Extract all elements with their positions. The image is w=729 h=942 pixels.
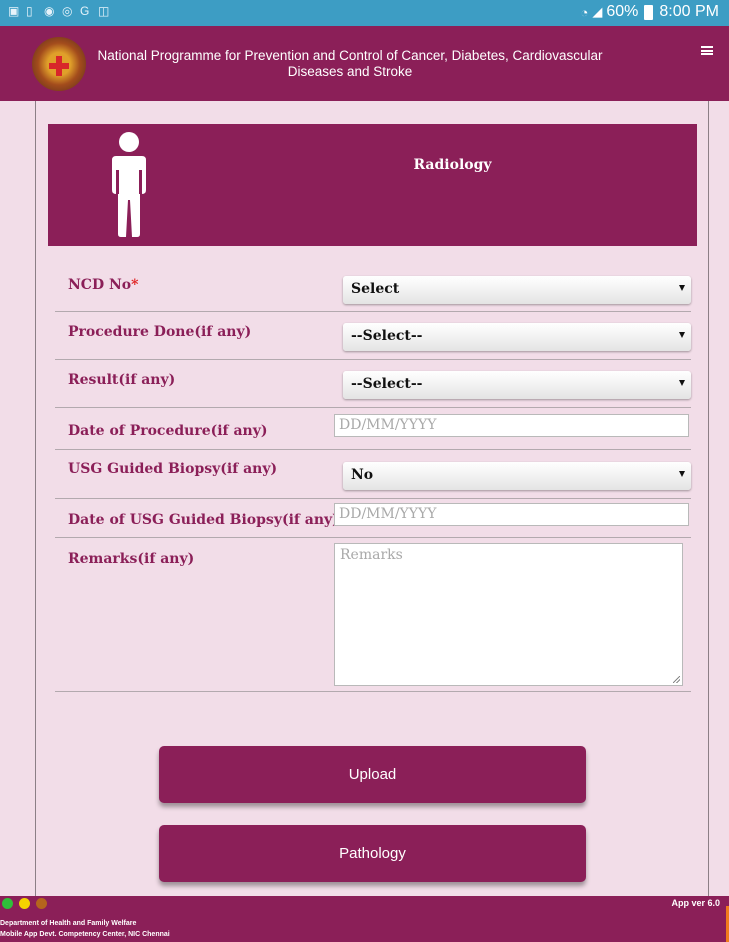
status-right: ◔ ◢ 60% 8:00 PM (581, 3, 719, 21)
procedure-done-value: --Select-- (351, 328, 423, 344)
app-version: App ver 6.0 (671, 898, 720, 908)
section-title: Radiology (413, 157, 492, 173)
dropdown-caret-icon (679, 471, 685, 477)
date-of-usg-biopsy-input[interactable]: DD/MM/YYYY (334, 503, 689, 526)
clock: 8:00 PM (659, 3, 719, 20)
result-row: Result(if any) --Select-- (55, 359, 691, 408)
content-frame-left (35, 101, 36, 896)
footer-department: Department of Health and Family Welfare (0, 920, 137, 927)
sync-icon: ◎ (62, 4, 73, 18)
wifi-icon: ◔ (580, 4, 589, 20)
remarks-label: Remarks(if any) (68, 551, 195, 567)
remarks-textarea[interactable]: Remarks (334, 543, 683, 686)
app-title: National Programme for Prevention and Co… (90, 48, 610, 80)
battery-percent: 60% (606, 3, 639, 20)
yellow-dot-icon (19, 898, 30, 909)
usg-guided-biopsy-value: No (351, 467, 374, 483)
photo-icon: ◫ (98, 4, 110, 18)
ncd-no-select[interactable]: Select (343, 276, 691, 304)
procedure-done-label: Procedure Done(if any) (68, 324, 252, 340)
hamburger-menu-icon[interactable] (701, 46, 713, 55)
ncd-no-value: Select (351, 281, 400, 297)
usg-guided-biopsy-select[interactable]: No (343, 462, 691, 490)
date-of-procedure-input[interactable]: DD/MM/YYYY (334, 414, 689, 437)
app-title-line1: National Programme for Prevention and Co… (97, 48, 603, 63)
result-select[interactable]: --Select-- (343, 371, 691, 399)
date-of-usg-biopsy-row: Date of USG Guided Biopsy(if any) DD/MM/… (55, 498, 691, 538)
status-bar: ▣ ▯ ◉ ◎ G ◫ ◔ ◢ 60% 8:00 PM (0, 0, 729, 26)
remarks-row: Remarks(if any) Remarks (55, 537, 691, 692)
upload-button[interactable]: Upload (159, 746, 586, 803)
usg-guided-biopsy-label: USG Guided Biopsy(if any) (68, 461, 278, 477)
battery-icon (644, 4, 654, 20)
pathology-button[interactable]: Pathology (159, 825, 586, 882)
content-frame-right (708, 101, 709, 896)
resize-grip-icon[interactable] (673, 676, 680, 683)
required-mark: * (131, 277, 139, 293)
procedure-done-row: Procedure Done(if any) --Select-- (55, 311, 691, 360)
ncd-no-label: NCD No* (68, 277, 138, 293)
dropdown-caret-icon (679, 285, 685, 291)
app-title-line2: Diseases and Stroke (287, 64, 413, 79)
ncd-no-label-text: NCD No (68, 277, 132, 293)
notification-icons: ▣ ▯ ◉ ◎ G ◫ (8, 5, 110, 17)
person-icon (112, 132, 146, 237)
date-of-procedure-row: Date of Procedure(if any) DD/MM/YYYY (55, 407, 691, 450)
procedure-done-select[interactable]: --Select-- (343, 323, 691, 351)
date-of-procedure-label: Date of Procedure(if any) (68, 423, 268, 439)
date-of-usg-biopsy-placeholder: DD/MM/YYYY (339, 506, 437, 522)
signal-icon: ◢ (592, 4, 603, 19)
dropdown-caret-icon (679, 332, 685, 338)
footer-devt-center: Mobile App Devt. Competency Center, NIC … (0, 931, 170, 938)
footer: Department of Health and Family Welfare … (0, 896, 729, 942)
date-of-procedure-placeholder: DD/MM/YYYY (339, 417, 437, 433)
result-label: Result(if any) (68, 372, 176, 388)
gallery-icon: ▣ (8, 4, 20, 18)
brown-dot-icon (36, 898, 47, 909)
remarks-placeholder: Remarks (340, 547, 403, 563)
usg-guided-biopsy-row: USG Guided Biopsy(if any) No (55, 449, 691, 499)
gmail-icon: G (80, 4, 90, 18)
app-bar: National Programme for Prevention and Co… (0, 26, 729, 101)
green-dot-icon (2, 898, 13, 909)
sim-icon: ▯ (26, 4, 33, 18)
section-header: Radiology (48, 124, 697, 246)
ncd-no-row: NCD No* Select (55, 264, 691, 312)
chrome-icon: ◉ (44, 4, 55, 18)
result-value: --Select-- (351, 376, 423, 392)
date-of-usg-biopsy-label: Date of USG Guided Biopsy(if any) (68, 512, 339, 528)
dropdown-caret-icon (679, 380, 685, 386)
emblem-logo (32, 37, 86, 91)
